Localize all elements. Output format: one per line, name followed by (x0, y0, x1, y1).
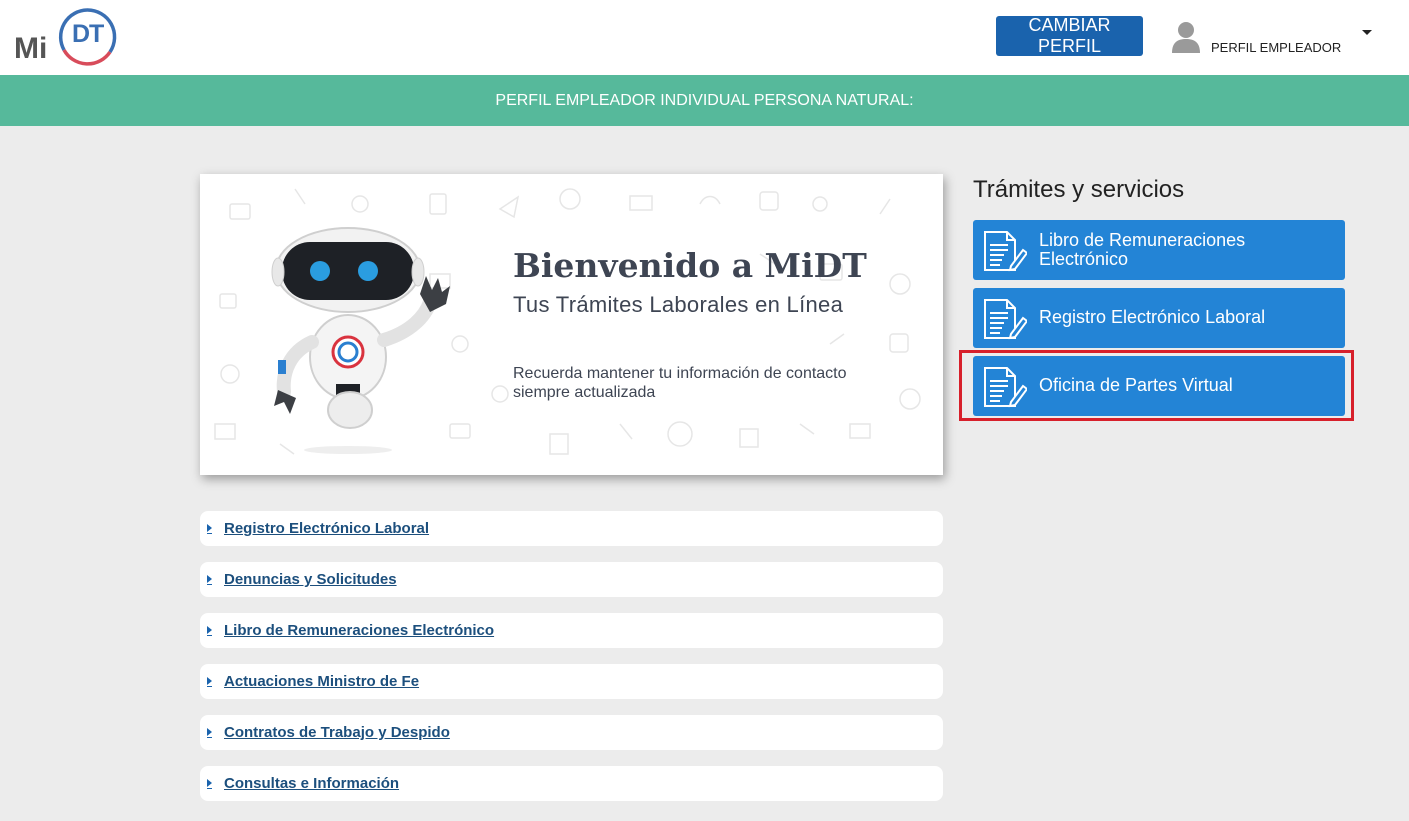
caret-right-icon (207, 524, 212, 532)
welcome-title: Bienvenido a MiDT (513, 246, 867, 285)
chevron-down-icon[interactable] (1362, 30, 1372, 35)
caret-underline (207, 584, 212, 585)
caret-right-icon (207, 779, 212, 787)
caret-right-icon (207, 626, 212, 634)
welcome-note: Recuerda mantener tu información de cont… (513, 365, 847, 401)
caret-underline (207, 737, 212, 738)
service-button-label: Libro de Remuneraciones Electrónico (1039, 230, 1246, 269)
accordion-item-label[interactable]: Libro de Remuneraciones Electrónico (224, 622, 494, 639)
welcome-subtitle: Tus Trámites Laborales en Línea (513, 292, 844, 317)
accordion-item-denuncias-solicitudes[interactable]: Denuncias y Solicitudes (200, 562, 943, 597)
accordion-item-actuaciones-ministro-fe[interactable]: Actuaciones Ministro de Fe (200, 664, 943, 699)
services-accordion: Registro Electrónico Laboral Denuncias y… (200, 511, 943, 817)
accordion-item-label[interactable]: Actuaciones Ministro de Fe (224, 673, 419, 690)
logo-mi-text: Mi (14, 32, 48, 65)
profile-banner-text: PERFIL EMPLEADOR INDIVIDUAL PERSONA NATU… (495, 91, 914, 109)
user-icon (1172, 22, 1200, 53)
midt-logo[interactable]: Mi DT (12, 6, 122, 68)
accordion-item-libro-remuneraciones[interactable]: Libro de Remuneraciones Electrónico (200, 613, 943, 648)
robot-mascot-icon (271, 227, 450, 454)
caret-underline (207, 686, 212, 687)
document-edit-icon (984, 299, 1027, 340)
document-edit-icon (984, 231, 1027, 272)
accordion-item-registro-electronico-laboral[interactable]: Registro Electrónico Laboral (200, 511, 943, 546)
service-button-oficina-partes-virtual[interactable]: Oficina de Partes Virtual (973, 356, 1345, 416)
accordion-item-label[interactable]: Consultas e Información (224, 775, 399, 792)
document-edit-icon (984, 367, 1027, 408)
welcome-banner: Bienvenido a MiDT Tus Trámites Laborales… (200, 174, 943, 475)
accordion-item-contratos-trabajo-despido[interactable]: Contratos de Trabajo y Despido (200, 715, 943, 750)
user-profile-label: PERFIL EMPLEADOR (1211, 40, 1342, 55)
caret-underline (207, 533, 212, 534)
caret-underline (207, 635, 212, 636)
caret-right-icon (207, 677, 212, 685)
profile-banner: PERFIL EMPLEADOR INDIVIDUAL PERSONA NATU… (0, 75, 1409, 126)
service-button-libro-remuneraciones[interactable]: Libro de Remuneraciones Electrónico (973, 220, 1345, 280)
caret-right-icon (207, 728, 212, 736)
change-profile-button[interactable]: CAMBIAR PERFIL (996, 15, 1143, 56)
services-title: Trámites y servicios (973, 176, 1185, 203)
service-button-label: Registro Electrónico Laboral (1039, 307, 1266, 327)
service-button-registro-electronico[interactable]: Registro Electrónico Laboral (973, 288, 1345, 348)
service-button-label: Oficina de Partes Virtual (1039, 375, 1233, 395)
caret-underline (207, 788, 212, 789)
caret-right-icon (207, 575, 212, 583)
logo-dt-text: DT (72, 20, 104, 48)
accordion-item-consultas-informacion[interactable]: Consultas e Información (200, 766, 943, 801)
user-profile-menu[interactable]: PERFIL EMPLEADOR (1170, 18, 1380, 63)
accordion-item-label[interactable]: Registro Electrónico Laboral (224, 520, 429, 537)
accordion-item-label[interactable]: Denuncias y Solicitudes (224, 571, 397, 588)
accordion-item-label[interactable]: Contratos de Trabajo y Despido (224, 724, 450, 741)
top-header: Mi DT CAMBIAR PERFIL PERFIL EMPLEADOR (0, 0, 1409, 75)
